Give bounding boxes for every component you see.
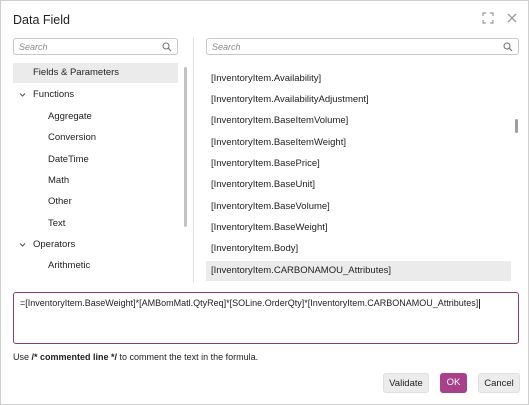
window-controls <box>482 12 518 24</box>
tree-item-label: DateTime <box>48 154 89 165</box>
hint-suffix: to comment the text in the formula. <box>117 352 259 362</box>
panel-divider <box>193 37 194 283</box>
field-list-item[interactable]: [InventoryItem.BaseVolume] <box>206 197 511 217</box>
comment-hint: Use /* commented line */ to comment the … <box>13 352 258 362</box>
field-list-item[interactable]: [InventoryItem.CARBONAMOU_Attributes] <box>206 261 511 281</box>
field-list-item[interactable]: [InventoryItem.BasePrice] <box>206 154 511 174</box>
tree-item-functions[interactable]: Functions <box>13 85 178 105</box>
tree-item-math[interactable]: Math <box>13 171 178 191</box>
field-list-item[interactable]: [InventoryItem.BaseWeight] <box>206 218 511 238</box>
tree-item-label: Math <box>48 175 70 186</box>
category-tree: Fields & Parameters Functions Aggregate … <box>13 63 188 277</box>
field-list: [InventoryItem.Availability] [InventoryI… <box>206 69 511 283</box>
field-list-item[interactable]: [InventoryItem.AvailabilityAdjustment] <box>206 90 511 110</box>
dialog-title: Data Field <box>13 13 70 27</box>
search-icon[interactable] <box>503 42 513 52</box>
maximize-icon[interactable] <box>482 12 494 24</box>
tree-item-text[interactable]: Text <box>13 214 178 234</box>
formula-text[interactable]: =[InventoryItem.BaseWeight]*[AMBomMatl.Q… <box>20 298 481 309</box>
tree-item-fields-parameters[interactable]: Fields & Parameters <box>13 63 178 83</box>
formula-editor[interactable]: =[InventoryItem.BaseWeight]*[AMBomMatl.Q… <box>13 292 519 344</box>
tree-item-label: Text <box>48 218 66 229</box>
field-list-item[interactable]: [InventoryItem.BaseUnit] <box>206 175 511 195</box>
tree-item-aggregate[interactable]: Aggregate <box>13 107 178 127</box>
text-cursor <box>479 298 481 309</box>
tree-item-label: Functions <box>33 89 75 100</box>
tree-item-datetime[interactable]: DateTime <box>13 150 178 170</box>
validate-button[interactable]: Validate <box>383 373 429 393</box>
cancel-button[interactable]: Cancel <box>478 373 520 393</box>
tree-item-other[interactable]: Other <box>13 192 178 212</box>
tree-item-operators[interactable]: Operators <box>13 235 178 255</box>
ok-button[interactable]: OK <box>440 373 467 393</box>
data-field-dialog: Data Field Fields & Parameters <box>0 0 529 405</box>
right-search-input[interactable] <box>212 41 477 52</box>
right-scrollbar[interactable] <box>515 119 518 133</box>
hint-prefix: Use <box>13 352 32 362</box>
tree-item-label: Aggregate <box>48 111 92 122</box>
left-scrollbar[interactable] <box>184 67 187 227</box>
tree-item-label: Operators <box>33 239 76 250</box>
field-list-item[interactable]: [InventoryItem.Availability] <box>206 69 511 89</box>
formula-value: =[InventoryItem.BaseWeight]*[AMBomMatl.Q… <box>20 298 479 308</box>
field-list-item[interactable]: [InventoryItem.Body] <box>206 239 511 259</box>
hint-comment-syntax: /* commented line */ <box>31 352 118 362</box>
tree-item-label: Conversion <box>48 132 97 143</box>
search-icon[interactable] <box>162 42 172 52</box>
tree-item-label: Other <box>48 196 72 207</box>
left-search-box <box>13 38 178 55</box>
field-list-item[interactable]: [InventoryItem.BaseItemWeight] <box>206 133 511 153</box>
tree-item-conversion[interactable]: Conversion <box>13 128 178 148</box>
close-icon[interactable] <box>506 12 518 24</box>
tree-item-label: Arithmetic <box>48 260 91 271</box>
field-list-item[interactable]: [InventoryItem.BaseItemVolume] <box>206 111 511 131</box>
tree-item-arithmetic[interactable]: Arithmetic <box>13 256 178 276</box>
left-search-input[interactable] <box>19 41 158 52</box>
right-search-box <box>206 38 519 55</box>
tree-item-label: Fields & Parameters <box>33 67 120 78</box>
